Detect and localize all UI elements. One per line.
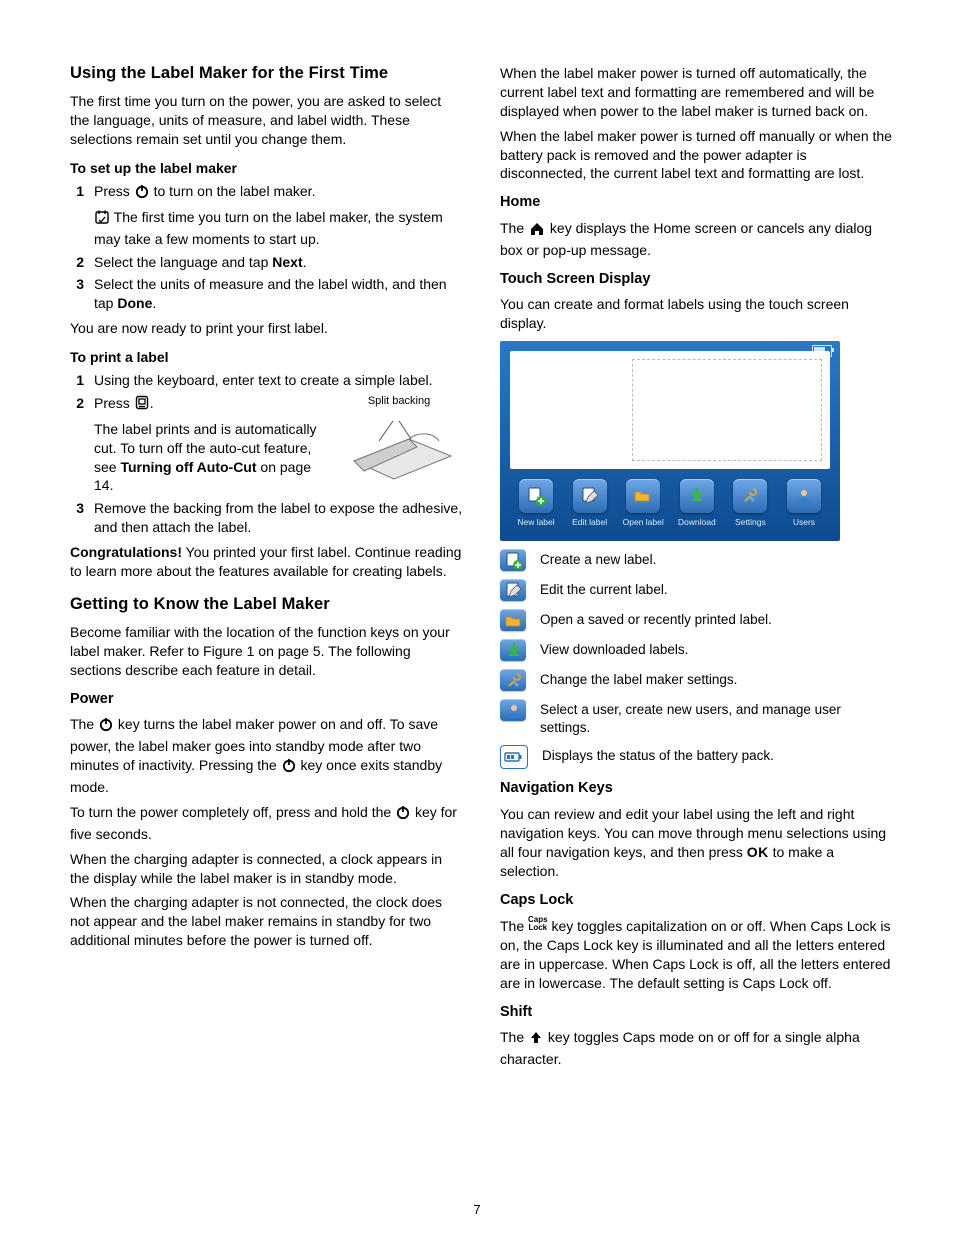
know-intro: Become familiar with the location of the…	[70, 623, 464, 680]
tsd-text: You can create and format labels using t…	[500, 295, 894, 333]
download-icon	[500, 639, 526, 661]
power-icon	[281, 757, 297, 778]
power-heading: Power	[70, 690, 464, 710]
download-button[interactable]: Download	[673, 479, 721, 528]
users-button[interactable]: Users	[780, 479, 828, 528]
home-toolbar: New label Edit label Open label Download…	[510, 479, 830, 528]
congrats-text: Congratulations! You printed your first …	[70, 543, 464, 581]
split-backing-icon	[339, 411, 459, 481]
nav-heading: Navigation Keys	[500, 779, 894, 799]
page-number: 7	[0, 1202, 954, 1217]
ready-text: You are now ready to print your first la…	[70, 319, 464, 338]
print-subhead: To print a label	[70, 348, 464, 367]
print-step-3: Remove the backing from the label to exp…	[94, 499, 464, 537]
battery-icon	[500, 745, 528, 769]
setup-subhead: To set up the label maker	[70, 159, 464, 178]
home-heading: Home	[500, 193, 894, 213]
setup-steps: 1 Press to turn on the label maker. The …	[70, 182, 464, 313]
edit-label-icon	[500, 579, 526, 601]
open-label-icon	[500, 609, 526, 631]
new-label-icon	[500, 549, 526, 571]
shift-arrow-icon	[528, 1029, 544, 1050]
auto-off-text: When the label maker power is turned off…	[500, 64, 894, 121]
edit-label-button[interactable]: Edit label	[566, 479, 614, 528]
settings-button[interactable]: Settings	[726, 479, 774, 528]
split-backing-figure: Split backing	[334, 394, 464, 486]
startup-note: The first time you turn on the label mak…	[94, 209, 443, 247]
shift-heading: Shift	[500, 1003, 894, 1023]
print-key-icon	[134, 394, 150, 416]
power-p4: When the charging adapter is not connect…	[70, 893, 464, 950]
power-icon	[395, 804, 411, 825]
caps-heading: Caps Lock	[500, 891, 894, 911]
left-column: Using the Label Maker for the First Time…	[70, 50, 464, 1195]
power-p3: When the charging adapter is connected, …	[70, 850, 464, 888]
manual-off-text: When the label maker power is turned off…	[500, 127, 894, 184]
right-column: When the label maker power is turned off…	[500, 50, 894, 1195]
intro-text: The first time you turn on the power, yo…	[70, 92, 464, 149]
icon-legend: Create a new label. Edit the current lab…	[500, 549, 894, 769]
touch-screen-screenshot: New label Edit label Open label Download…	[500, 341, 840, 541]
power-icon	[134, 183, 150, 204]
tsd-heading: Touch Screen Display	[500, 270, 894, 290]
open-label-button[interactable]: Open label	[619, 479, 667, 528]
print-step-1: Using the keyboard, enter text to create…	[94, 371, 464, 390]
caps-lock-key-icon: CapsLock	[528, 916, 548, 932]
new-label-button[interactable]: New label	[512, 479, 560, 528]
power-icon	[98, 716, 114, 737]
heading-getting-to-know: Getting to Know the Label Maker	[70, 593, 464, 615]
print-steps: 1Using the keyboard, enter text to creat…	[70, 371, 464, 537]
heading-first-time: Using the Label Maker for the First Time	[70, 62, 464, 84]
settings-icon	[500, 669, 526, 691]
calendar-icon	[94, 209, 110, 230]
ok-key-icon: OK	[747, 844, 769, 860]
label-canvas	[510, 351, 830, 469]
home-icon	[528, 220, 546, 241]
users-icon	[500, 699, 526, 721]
